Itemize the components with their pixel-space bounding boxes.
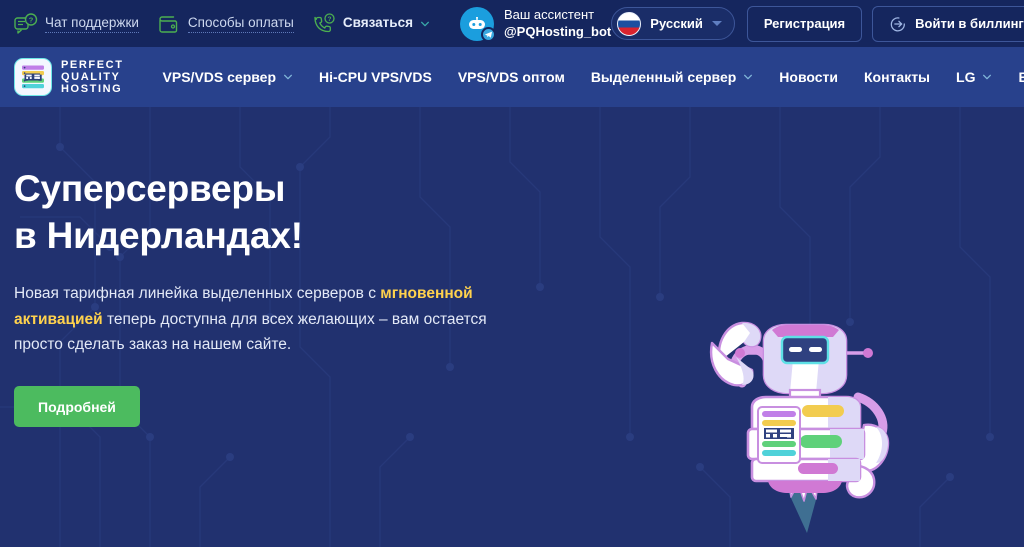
support-chat-link[interactable]: ? Чат поддержки xyxy=(14,0,157,47)
nav-item-vps-vds-wholesale[interactable]: VPS/VDS оптом xyxy=(445,47,578,107)
hero-slide: Суперсерверы в Нидерландах! Новая тарифн… xyxy=(0,107,1024,547)
hero-subtitle: Новая тарифная линейка выделенных сервер… xyxy=(14,281,514,359)
nav-label: VPS/VDS оптом xyxy=(457,69,565,85)
nav-item-lg[interactable]: LG xyxy=(943,47,1005,107)
main-navigation: PERFECT QUALITY HOSTING VPS/VDS сервер H… xyxy=(0,47,1024,107)
hero-title: Суперсерверы в Нидерландах! xyxy=(14,165,574,260)
register-label: Регистрация xyxy=(763,16,846,31)
chevron-down-icon xyxy=(743,72,753,82)
nav-label: LG xyxy=(956,69,976,85)
hero-title-line-2: в Нидерландах! xyxy=(14,215,303,257)
robot-avatar-icon xyxy=(459,6,496,42)
nav-label: Выделенный сервер xyxy=(590,69,737,85)
contact-label: Связаться xyxy=(342,15,413,30)
phone-help-icon: ? xyxy=(312,12,336,35)
nav-item-vps-vds-server[interactable]: VPS/VDS сервер xyxy=(150,47,306,107)
top-utility-bar: ? Чат поддержки Способы оплаты ? Связать… xyxy=(0,0,1024,47)
hero-cta-label: Подробней xyxy=(38,398,116,415)
language-selector[interactable]: Русский xyxy=(611,7,735,40)
login-arrow-icon xyxy=(889,15,907,33)
brand-wordmark: PERFECT QUALITY HOSTING xyxy=(61,59,124,96)
flying-robot-illustration xyxy=(709,321,890,533)
wallet-icon xyxy=(157,13,181,35)
nav-label: Hi-CPU VPS/VDS xyxy=(319,69,432,85)
payment-methods-link[interactable]: Способы оплаты xyxy=(157,0,312,47)
nav-item-contacts[interactable]: Контакты xyxy=(851,47,943,107)
language-label: Русский xyxy=(650,16,703,31)
nav-item-more[interactable]: Еще xyxy=(1005,47,1024,107)
support-chat-label: Чат поддержки xyxy=(45,15,139,33)
chevron-down-icon xyxy=(982,72,992,82)
brand-line-3: HOSTING xyxy=(61,83,123,96)
site-logo[interactable]: PERFECT QUALITY HOSTING xyxy=(14,58,124,96)
page-root: ? Чат поддержки Способы оплаты ? Связать… xyxy=(0,0,1024,547)
svg-text:?: ? xyxy=(29,15,34,24)
assistant-handle: @PQHosting_bot xyxy=(503,23,612,39)
nav-label: Контакты xyxy=(864,69,931,85)
hero-title-line-1: Суперсерверы xyxy=(14,168,286,209)
nav-item-dedicated-server[interactable]: Выделенный сервер xyxy=(578,47,766,107)
billing-login-button[interactable]: Войти в биллинг xyxy=(872,5,1024,42)
chevron-down-icon xyxy=(420,19,430,29)
assistant-title: Ваш ассистент xyxy=(503,7,595,23)
payment-methods-label: Способы оплаты xyxy=(187,15,294,33)
svg-text:?: ? xyxy=(327,16,331,23)
nav-item-hi-cpu[interactable]: Hi-CPU VPS/VDS xyxy=(306,47,445,107)
chat-help-icon: ? xyxy=(14,12,38,35)
nav-label: VPS/VDS сервер xyxy=(162,69,277,85)
brand-line-1: PERFECT xyxy=(61,58,124,71)
billing-login-label: Войти в биллинг xyxy=(915,16,1024,31)
contact-dropdown[interactable]: ? Связаться xyxy=(312,0,448,47)
russia-flag-icon xyxy=(617,11,642,36)
telegram-icon xyxy=(480,26,496,42)
hero-cta-button[interactable]: Подробней xyxy=(14,386,140,428)
brand-line-2: QUALITY xyxy=(61,70,121,83)
nav-item-news[interactable]: Новости xyxy=(766,47,851,107)
register-button[interactable]: Регистрация xyxy=(746,5,863,42)
pq-server-logo-icon xyxy=(14,58,52,96)
hero-content: Суперсерверы в Нидерландах! Новая тарифн… xyxy=(14,165,574,428)
nav-label: Еще xyxy=(1018,69,1024,85)
assistant-bot-link[interactable]: Ваш ассистент @PQHosting_bot xyxy=(459,6,612,42)
chevron-down-icon xyxy=(283,72,293,82)
hero-subtitle-part-1: Новая тарифная линейка выделенных сервер… xyxy=(14,284,381,302)
nav-label: Новости xyxy=(779,69,838,85)
triangle-down-icon xyxy=(711,21,722,26)
